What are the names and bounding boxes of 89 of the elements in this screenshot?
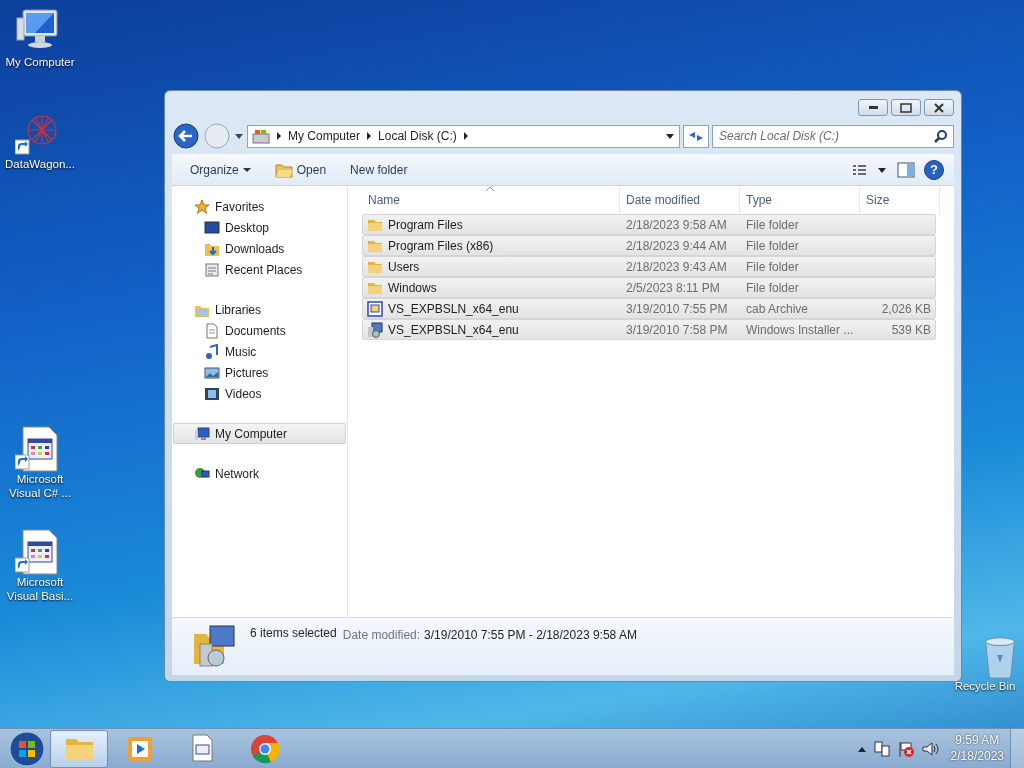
file-name: Program Files (x86) xyxy=(388,237,494,255)
drive-icon xyxy=(252,128,270,144)
desktop-icon-label[interactable]: My Computer xyxy=(5,56,75,70)
file-type: File folder xyxy=(745,237,800,255)
file-name: VS_EXPBSLN_x64_enu xyxy=(388,300,519,318)
maximize-button[interactable] xyxy=(891,99,921,116)
help-button[interactable]: ? xyxy=(924,159,944,180)
caret-icon[interactable] xyxy=(242,166,251,173)
file-type: File folder xyxy=(745,216,800,234)
breadcrumb-link[interactable]: Local Disk (C:) xyxy=(378,127,457,145)
document-icon xyxy=(204,322,220,339)
film-icon xyxy=(204,385,220,402)
address-bar[interactable]: My Computer Local Disk (C:) xyxy=(247,124,680,148)
file-row[interactable]: Windows 2/5/2023 8:11 PM File folder xyxy=(362,277,936,298)
file-type: File folder xyxy=(745,258,800,276)
close-icon xyxy=(934,102,944,113)
file-size: 539 KB xyxy=(891,322,931,337)
nav-pane-item[interactable]: Desktop xyxy=(173,217,346,238)
nav-pane-item[interactable]: Documents xyxy=(173,320,346,341)
maximize-icon xyxy=(900,102,912,113)
browser-icon xyxy=(249,732,281,765)
flag-alert-icon[interactable] xyxy=(896,739,915,758)
detail-label: Date modified: xyxy=(342,627,421,644)
dropdown-caret-icon[interactable] xyxy=(234,132,244,140)
minimize-button[interactable] xyxy=(858,99,888,116)
nav-pane-item[interactable]: Libraries xyxy=(173,299,346,320)
nav-pane-item[interactable]: Music xyxy=(173,341,346,362)
nav-pane-item[interactable]: Downloads xyxy=(173,238,346,259)
dropdown-caret-icon[interactable] xyxy=(665,132,675,140)
date-modified: 2/18/2023 9:44 AM xyxy=(625,237,728,255)
detail-value: 3/19/2010 7:55 PM - 2/18/2023 9:58 AM xyxy=(424,627,637,644)
date-modified: 2/18/2023 9:43 AM xyxy=(625,258,728,276)
file-type: Windows Installer ... xyxy=(745,321,855,339)
picture-icon xyxy=(204,364,220,381)
breadcrumb-arrow-icon[interactable] xyxy=(366,132,373,140)
refresh-button[interactable] xyxy=(683,124,709,148)
file-name: Users xyxy=(388,258,420,276)
view-options-button[interactable] xyxy=(852,162,888,177)
nav-pane-item[interactable]: My Computer xyxy=(173,423,346,444)
file-type: cab Archive xyxy=(745,300,810,318)
file-row[interactable]: Program Files (x86) 2/18/2023 9:44 AM File folder xyxy=(362,235,936,256)
list-icon xyxy=(204,261,220,278)
file-type: File folder xyxy=(745,279,800,297)
volume-icon[interactable] xyxy=(920,739,939,758)
back-button[interactable] xyxy=(172,122,200,150)
breadcrumb-arrow-icon[interactable] xyxy=(462,132,469,140)
minimize-icon xyxy=(868,106,878,109)
file-size: 2,026 KB xyxy=(881,301,931,316)
network-status-icon[interactable] xyxy=(872,739,891,758)
cab-archive-icon xyxy=(367,300,383,317)
file-name: Program Files xyxy=(388,216,463,234)
date-modified: 3/19/2010 7:58 PM xyxy=(625,321,729,339)
date-modified: 2/5/2023 8:11 PM xyxy=(625,279,721,297)
desktop-icon-label[interactable]: DataWagon... xyxy=(5,158,75,172)
desktop-icon-label[interactable]: Microsoft Visual Basi... xyxy=(1,576,79,604)
date-modified: 3/19/2010 7:55 PM xyxy=(625,300,729,318)
preview-pane-button[interactable] xyxy=(896,161,916,178)
folder-icon xyxy=(274,161,293,178)
selection-count: 6 items selected xyxy=(250,625,337,642)
music-note-icon xyxy=(204,343,220,360)
toolbar-button[interactable]: New folder xyxy=(342,158,416,181)
clock-time: 9:59 AM xyxy=(955,732,1000,749)
clock-date: 2/18/2023 xyxy=(950,748,1004,765)
breadcrumb-link[interactable]: My Computer xyxy=(288,127,361,145)
nav-pane-item[interactable]: Recent Places xyxy=(173,259,346,280)
nav-pane-item[interactable]: Favorites xyxy=(173,196,346,217)
nav-pane-item[interactable]: Videos xyxy=(173,383,346,404)
computer-icon xyxy=(194,425,210,442)
organize-menu-button[interactable]: Organize xyxy=(182,158,259,181)
search-field[interactable]: Search Local Disk (C:) xyxy=(712,124,954,148)
breadcrumb-arrow-icon[interactable] xyxy=(276,132,282,140)
selection-thumbnail-icon xyxy=(192,624,236,668)
star-icon xyxy=(194,198,210,215)
file-row[interactable]: VS_EXPBSLN_x64_enu 3/19/2010 7:58 PM Windows Installer ... 539 KB xyxy=(362,319,936,340)
installer-icon xyxy=(367,321,383,338)
nav-pane-item[interactable]: Pictures xyxy=(173,362,346,383)
toolbar-button[interactable]: Open xyxy=(266,158,335,181)
file-name: VS_EXPBSLN_x64_enu xyxy=(388,321,519,339)
nav-pane-item[interactable]: Network xyxy=(173,463,346,484)
file-row[interactable]: VS_EXPBSLN_x64_enu 3/19/2010 7:55 PM cab Archive 2,026 KB xyxy=(362,298,936,319)
taskbar-button[interactable] xyxy=(50,729,108,768)
search-icon[interactable] xyxy=(934,129,948,143)
desktop-icon-label[interactable]: Microsoft Visual C# ... xyxy=(1,473,79,501)
file-row[interactable]: Program Files 2/18/2023 9:58 AM File folder xyxy=(362,214,936,235)
monitor-icon xyxy=(204,219,220,236)
date-modified: 2/18/2023 9:58 AM xyxy=(625,216,728,234)
file-row[interactable]: Users 2/18/2023 9:43 AM File folder xyxy=(362,256,936,277)
file-name: Windows xyxy=(388,279,437,297)
close-button[interactable] xyxy=(924,99,954,116)
